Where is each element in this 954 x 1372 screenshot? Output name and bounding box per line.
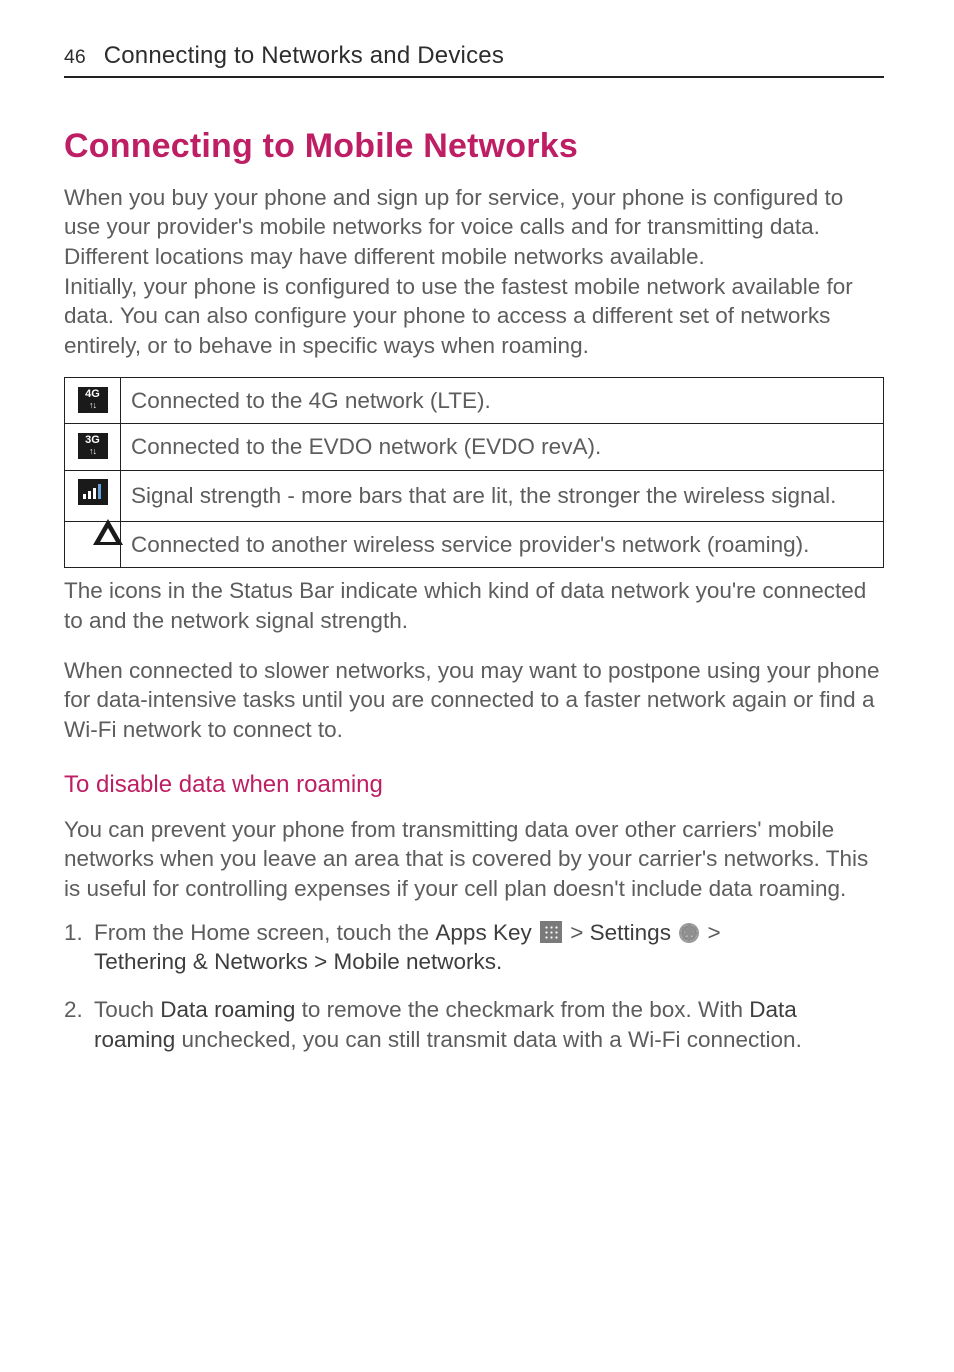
4g-icon: 4G bbox=[78, 387, 108, 413]
icon-cell bbox=[65, 471, 121, 522]
apps-key-icon bbox=[540, 921, 562, 943]
icon-cell: 3G bbox=[65, 424, 121, 471]
step-text: unchecked, you can still transmit data w… bbox=[175, 1027, 802, 1052]
settings-icon bbox=[679, 923, 699, 943]
icon-description: Connected to the EVDO network (EVDO revA… bbox=[121, 424, 884, 471]
step-2: Touch Data roaming to remove the checkma… bbox=[64, 995, 884, 1054]
header-title: Connecting to Networks and Devices bbox=[104, 40, 504, 72]
step-text: Touch bbox=[94, 997, 160, 1022]
table-row: Signal strength - more bars that are lit… bbox=[65, 471, 884, 522]
after-table-paragraph-1: The icons in the Status Bar indicate whi… bbox=[64, 576, 884, 635]
icon-cell bbox=[65, 521, 121, 568]
intro-paragraph-3: Initially, your phone is configured to u… bbox=[64, 272, 884, 361]
icon-description: Connected to another wireless service pr… bbox=[121, 521, 884, 568]
step-text: to remove the checkmark from the box. Wi… bbox=[295, 997, 749, 1022]
section-title: Connecting to Mobile Networks bbox=[64, 124, 884, 169]
table-row: 4G Connected to the 4G network (LTE). bbox=[65, 377, 884, 424]
page-header: 46 Connecting to Networks and Devices bbox=[64, 40, 884, 78]
signal-bars-icon bbox=[78, 479, 108, 505]
table-row: 3G Connected to the EVDO network (EVDO r… bbox=[65, 424, 884, 471]
network-icons-table: 4G Connected to the 4G network (LTE). 3G… bbox=[64, 377, 884, 569]
step-1: From the Home screen, touch the Apps Key… bbox=[64, 918, 884, 977]
steps-list: From the Home screen, touch the Apps Key… bbox=[64, 918, 884, 1055]
icon-description: Signal strength - more bars that are lit… bbox=[121, 471, 884, 522]
icon-description: Connected to the 4G network (LTE). bbox=[121, 377, 884, 424]
table-row: Connected to another wireless service pr… bbox=[65, 521, 884, 568]
apps-key-label: Apps Key bbox=[435, 920, 531, 945]
settings-label: Settings bbox=[590, 920, 671, 945]
subsection-title: To disable data when roaming bbox=[64, 769, 884, 801]
after-table-paragraph-2: When connected to slower networks, you m… bbox=[64, 656, 884, 745]
step-text-line2: Tethering & Networks > Mobile networks. bbox=[94, 949, 502, 974]
subsection-intro: You can prevent your phone from transmit… bbox=[64, 815, 884, 904]
separator: > bbox=[564, 920, 590, 945]
page-number: 46 bbox=[64, 45, 86, 71]
separator: > bbox=[701, 920, 720, 945]
3g-icon: 3G bbox=[78, 433, 108, 459]
icon-cell: 4G bbox=[65, 377, 121, 424]
intro-paragraph-2: Different locations may have different m… bbox=[64, 242, 884, 272]
step-text: From the Home screen, touch the bbox=[94, 920, 435, 945]
intro-paragraph-1: When you buy your phone and sign up for … bbox=[64, 183, 884, 242]
data-roaming-label: Data roaming bbox=[160, 997, 295, 1022]
